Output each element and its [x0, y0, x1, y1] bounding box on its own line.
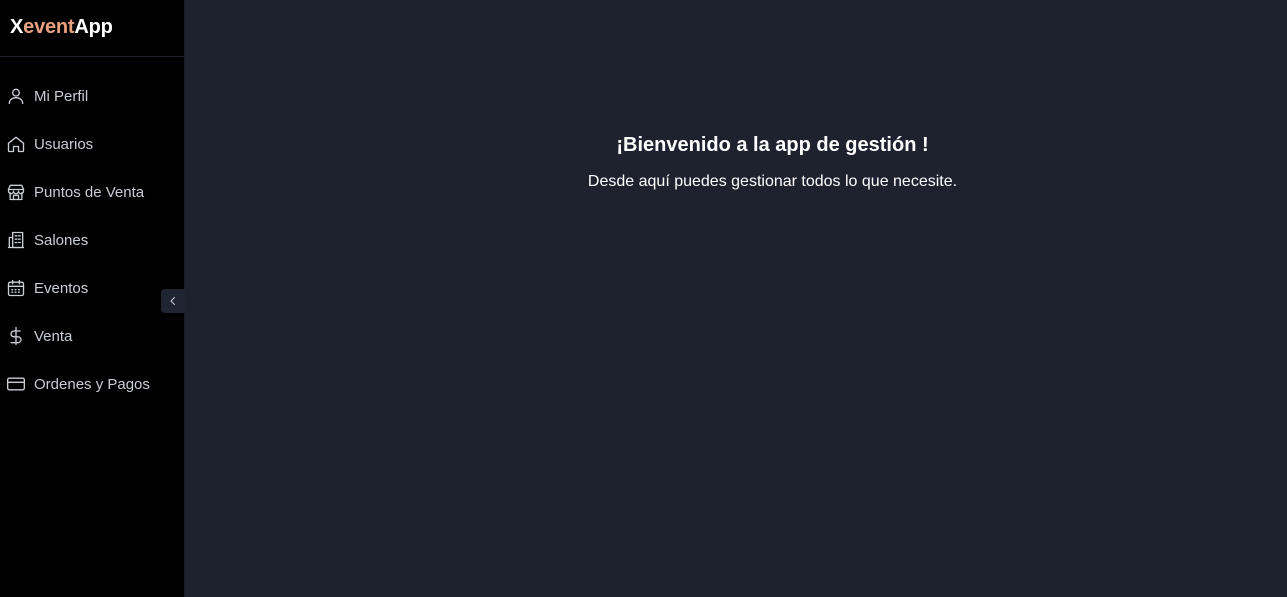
store-icon: [6, 182, 26, 202]
sidebar-item-usuarios[interactable]: Usuarios: [0, 120, 185, 168]
dollar-icon: [6, 326, 26, 346]
sidebar-item-mi-perfil[interactable]: Mi Perfil: [0, 72, 185, 120]
sidebar-item-salones[interactable]: Salones: [0, 216, 185, 264]
sidebar-item-venta[interactable]: Venta: [0, 312, 185, 360]
chevron-left-icon: [167, 295, 179, 307]
sidebar: Xevent App Mi Perfil Usuarios Puntos de V…: [0, 0, 185, 597]
welcome-title: ¡Bienvenido a la app de gestión !: [616, 134, 929, 156]
building-icon: [6, 230, 26, 250]
sidebar-item-label: Salones: [34, 231, 89, 249]
sidebar-item-label: Mi Perfil: [34, 87, 89, 105]
app-root: Xevent App Mi Perfil Usuarios Puntos de V…: [0, 0, 1287, 597]
welcome-subtitle: Desde aquí puedes gestionar todos lo que…: [587, 173, 958, 190]
sidebar-item-puntos-de-venta[interactable]: Puntos de Venta: [0, 168, 185, 216]
sidebar-nav: Mi Perfil Usuarios Puntos de Venta Salon…: [0, 72, 185, 408]
main-content: ¡Bienvenido a la app de gestión ! Desde …: [185, 0, 1287, 597]
brand-part-event: event: [23, 15, 75, 38]
sidebar-item-label: Usuarios: [34, 135, 94, 153]
sidebar-item-label: Ordenes y Pagos: [34, 375, 150, 393]
calendar-icon: [6, 278, 26, 298]
sidebar-item-eventos[interactable]: Eventos: [0, 264, 185, 312]
sidebar-collapse-button[interactable]: [161, 289, 185, 313]
sidebar-item-ordenes-y-pagos[interactable]: Ordenes y Pagos: [0, 360, 185, 408]
brand-part-app: App: [74, 15, 113, 38]
user-icon: [6, 86, 26, 106]
credit-card-icon: [6, 374, 26, 394]
brand-part-x: X: [10, 15, 24, 38]
home-icon: [6, 134, 26, 154]
sidebar-item-label: Eventos: [34, 279, 89, 297]
brand-logo[interactable]: Xevent App: [0, 0, 184, 57]
sidebar-item-label: Puntos de Venta: [34, 183, 145, 201]
sidebar-item-label: Venta: [34, 327, 73, 345]
